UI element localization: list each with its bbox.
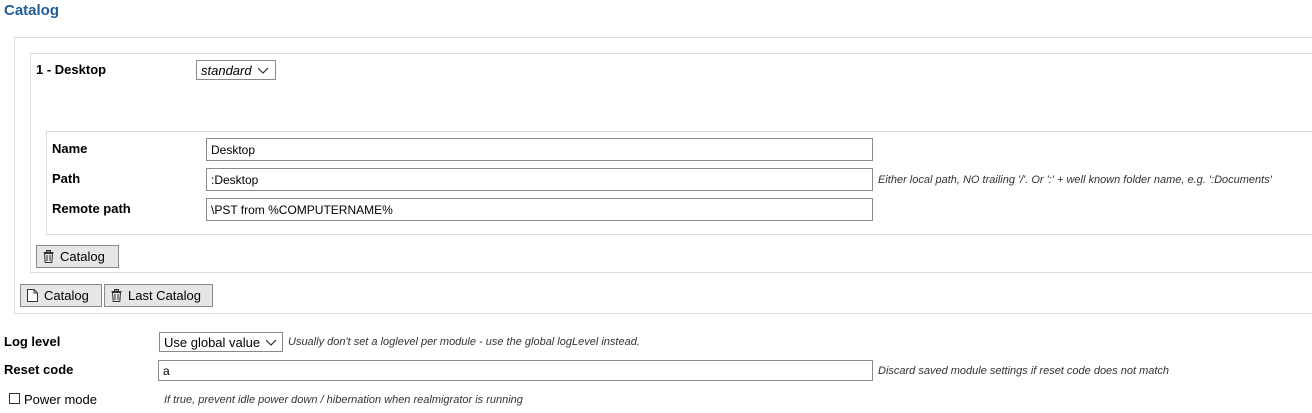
catalog-item-heading: 1 - Desktop	[36, 62, 107, 77]
path-field[interactable]	[206, 168, 873, 191]
power-mode-label: Power mode	[24, 392, 97, 407]
chevron-down-icon	[265, 336, 277, 348]
chevron-down-icon	[257, 64, 269, 76]
add-catalog-button[interactable]: Catalog	[20, 284, 102, 307]
path-label: Path	[52, 171, 81, 186]
reset-code-field[interactable]	[158, 360, 873, 381]
page-title: Catalog	[4, 2, 60, 19]
mode-select[interactable]: standard	[196, 60, 276, 80]
trash-icon	[111, 289, 122, 302]
name-field[interactable]	[206, 138, 873, 161]
power-mode-checkbox[interactable]	[9, 393, 20, 404]
power-mode-hint: If true, prevent idle power down / hiber…	[164, 394, 523, 406]
remote-path-label: Remote path	[52, 201, 131, 216]
log-level-select[interactable]: Use global value	[159, 332, 283, 352]
reset-code-hint: Discard saved module settings if reset c…	[878, 365, 1170, 377]
remote-path-field[interactable]	[206, 198, 873, 221]
delete-last-catalog-button[interactable]: Last Catalog	[104, 284, 213, 307]
mode-select-value: standard	[201, 62, 252, 78]
log-level-select-value: Use global value	[164, 334, 261, 350]
delete-catalog-label: Catalog	[60, 249, 105, 264]
add-catalog-label: Catalog	[44, 288, 89, 303]
log-level-hint: Usually don't set a loglevel per module …	[288, 336, 640, 348]
new-document-icon	[27, 289, 38, 302]
name-label: Name	[52, 141, 88, 156]
log-level-label: Log level	[4, 334, 61, 349]
trash-icon	[43, 250, 54, 263]
reset-code-label: Reset code	[4, 362, 74, 377]
delete-last-catalog-label: Last Catalog	[128, 288, 201, 303]
delete-catalog-button[interactable]: Catalog	[36, 245, 119, 268]
path-hint: Either local path, NO trailing '/'. Or '…	[878, 174, 1272, 186]
